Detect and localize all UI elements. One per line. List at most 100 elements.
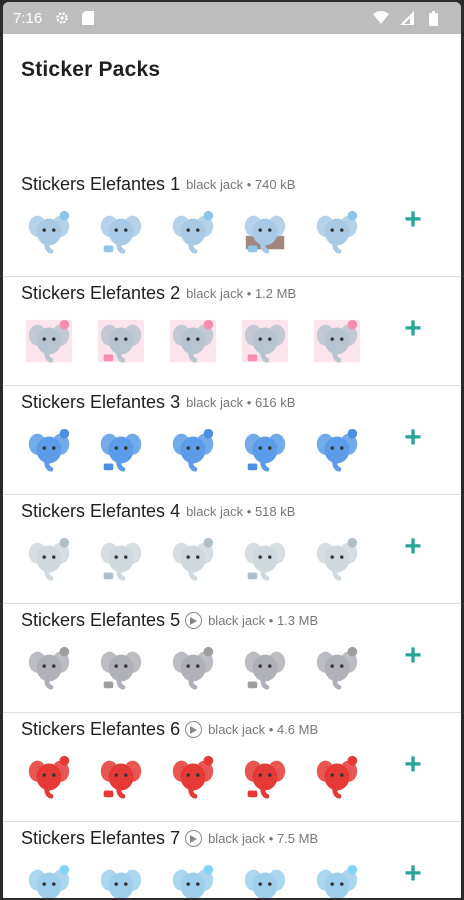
signal-icon	[399, 10, 415, 26]
pack-header: Stickers Elefantes 7 black jack • 7.5 MB	[21, 828, 318, 849]
gear-icon	[54, 10, 70, 26]
sticker-pack-row[interactable]: Stickers Elefantes 3 black jack • 616 kB +	[3, 386, 461, 495]
sticker-thumbnail	[167, 860, 219, 898]
pack-name: Stickers Elefantes 6	[21, 719, 181, 739]
sticker-pack-row[interactable]: Stickers Elefantes 4 black jack • 518 kB +	[3, 495, 461, 604]
pack-publisher: black jack	[186, 504, 244, 519]
pack-name: Stickers Elefantes 7	[21, 828, 181, 848]
pack-meta: black jack • 7.5 MB	[208, 831, 319, 846]
sticker-thumbnail	[95, 751, 147, 803]
sticker-thumbnail	[311, 751, 363, 803]
pack-publisher: black jack	[186, 177, 244, 192]
sticker-thumbnail	[23, 424, 75, 476]
pack-size: 1.3 MB	[276, 613, 319, 628]
pack-size: 1.2 MB	[254, 286, 297, 301]
sticker-thumbnail	[23, 533, 75, 585]
sticker-thumbnail	[23, 642, 75, 694]
pack-meta: black jack • 616 kB	[186, 395, 296, 410]
sticker-thumbnail	[239, 751, 291, 803]
sticker-thumbnail	[239, 424, 291, 476]
sticker-pack-row[interactable]: Stickers Elefantes 1 black jack • 740 kB +	[3, 168, 461, 277]
pack-header: Stickers Elefantes 5 black jack • 1.3 MB	[21, 610, 318, 631]
pack-meta: black jack • 740 kB	[186, 177, 296, 192]
pack-meta: black jack • 518 kB	[186, 504, 296, 519]
pack-header: Stickers Elefantes 2 black jack • 1.2 MB	[21, 283, 296, 304]
add-pack-button[interactable]: +	[399, 750, 427, 780]
pack-name: Stickers Elefantes 5	[21, 610, 181, 630]
sticker-thumbnail	[239, 533, 291, 585]
sticker-thumbnail	[239, 642, 291, 694]
sticker-thumbnail	[311, 860, 363, 898]
pack-meta: black jack • 1.2 MB	[186, 286, 297, 301]
pack-publisher: black jack	[208, 831, 266, 846]
sticker-previews	[23, 424, 383, 476]
add-pack-button[interactable]: +	[399, 423, 427, 453]
add-pack-button[interactable]: +	[399, 532, 427, 562]
sticker-previews	[23, 860, 383, 898]
sticker-pack-row[interactable]: Stickers Elefantes 7 black jack • 7.5 MB +	[3, 822, 461, 898]
pack-meta: black jack • 4.6 MB	[208, 722, 319, 737]
sticker-thumbnail	[167, 642, 219, 694]
pack-size: 4.6 MB	[276, 722, 319, 737]
status-bar: 7:16	[3, 2, 461, 34]
page-title: Sticker Packs	[21, 58, 161, 81]
sticker-thumbnail	[239, 315, 291, 367]
wifi-icon	[373, 10, 389, 26]
play-icon	[185, 830, 203, 847]
sticker-previews	[23, 642, 383, 694]
sticker-thumbnail	[167, 751, 219, 803]
sticker-thumbnail	[239, 860, 291, 898]
sticker-thumbnail	[95, 860, 147, 898]
add-pack-button[interactable]: +	[399, 859, 427, 889]
sticker-previews	[23, 206, 383, 258]
sticker-previews	[23, 315, 383, 367]
pack-publisher: black jack	[186, 286, 244, 301]
app-screen: 7:16 Sticker Packs Stickers Elefantes 1 b…	[3, 2, 461, 898]
sticker-thumbnail	[311, 533, 363, 585]
sticker-thumbnail	[311, 642, 363, 694]
sticker-thumbnail	[23, 860, 75, 898]
sticker-thumbnail	[311, 424, 363, 476]
pack-header: Stickers Elefantes 6 black jack • 4.6 MB	[21, 719, 318, 740]
pack-size: 518 kB	[254, 504, 296, 519]
pack-name: Stickers Elefantes 1	[21, 174, 181, 194]
sticker-thumbnail	[23, 751, 75, 803]
sticker-pack-row[interactable]: Stickers Elefantes 6 black jack • 4.6 MB +	[3, 713, 461, 822]
sticker-thumbnail	[95, 424, 147, 476]
pack-name: Stickers Elefantes 4	[21, 501, 181, 521]
battery-icon	[425, 10, 441, 26]
pack-size: 616 kB	[254, 395, 296, 410]
sticker-thumbnail	[95, 206, 147, 258]
sticker-thumbnail	[167, 424, 219, 476]
pack-publisher: black jack	[208, 722, 266, 737]
pack-header: Stickers Elefantes 4 black jack • 518 kB	[21, 501, 295, 522]
sticker-thumbnail	[23, 315, 75, 367]
sticker-previews	[23, 533, 383, 585]
add-pack-button[interactable]: +	[399, 641, 427, 671]
sd-card-icon	[80, 10, 96, 26]
add-pack-button[interactable]: +	[399, 205, 427, 235]
sticker-thumbnail	[167, 533, 219, 585]
pack-name: Stickers Elefantes 2	[21, 283, 181, 303]
sticker-thumbnail	[239, 206, 291, 258]
sticker-thumbnail	[95, 315, 147, 367]
sticker-thumbnail	[95, 533, 147, 585]
pack-header: Stickers Elefantes 1 black jack • 740 kB	[21, 174, 295, 195]
sticker-pack-row[interactable]: Stickers Elefantes 5 black jack • 1.3 MB +	[3, 604, 461, 713]
pack-publisher: black jack	[186, 395, 244, 410]
pack-name: Stickers Elefantes 3	[21, 392, 181, 412]
pack-size: 740 kB	[254, 177, 296, 192]
pack-size: 7.5 MB	[276, 831, 319, 846]
sticker-thumbnail	[311, 206, 363, 258]
sticker-previews	[23, 751, 383, 803]
pack-meta: black jack • 1.3 MB	[208, 613, 319, 628]
sticker-thumbnail	[95, 642, 147, 694]
pack-publisher: black jack	[208, 613, 266, 628]
sticker-thumbnail	[167, 206, 219, 258]
play-icon	[185, 721, 203, 738]
sticker-thumbnail	[167, 315, 219, 367]
sticker-pack-row[interactable]: Stickers Elefantes 2 black jack • 1.2 MB +	[3, 277, 461, 386]
sticker-thumbnail	[23, 206, 75, 258]
pack-header: Stickers Elefantes 3 black jack • 616 kB	[21, 392, 295, 413]
add-pack-button[interactable]: +	[399, 314, 427, 344]
